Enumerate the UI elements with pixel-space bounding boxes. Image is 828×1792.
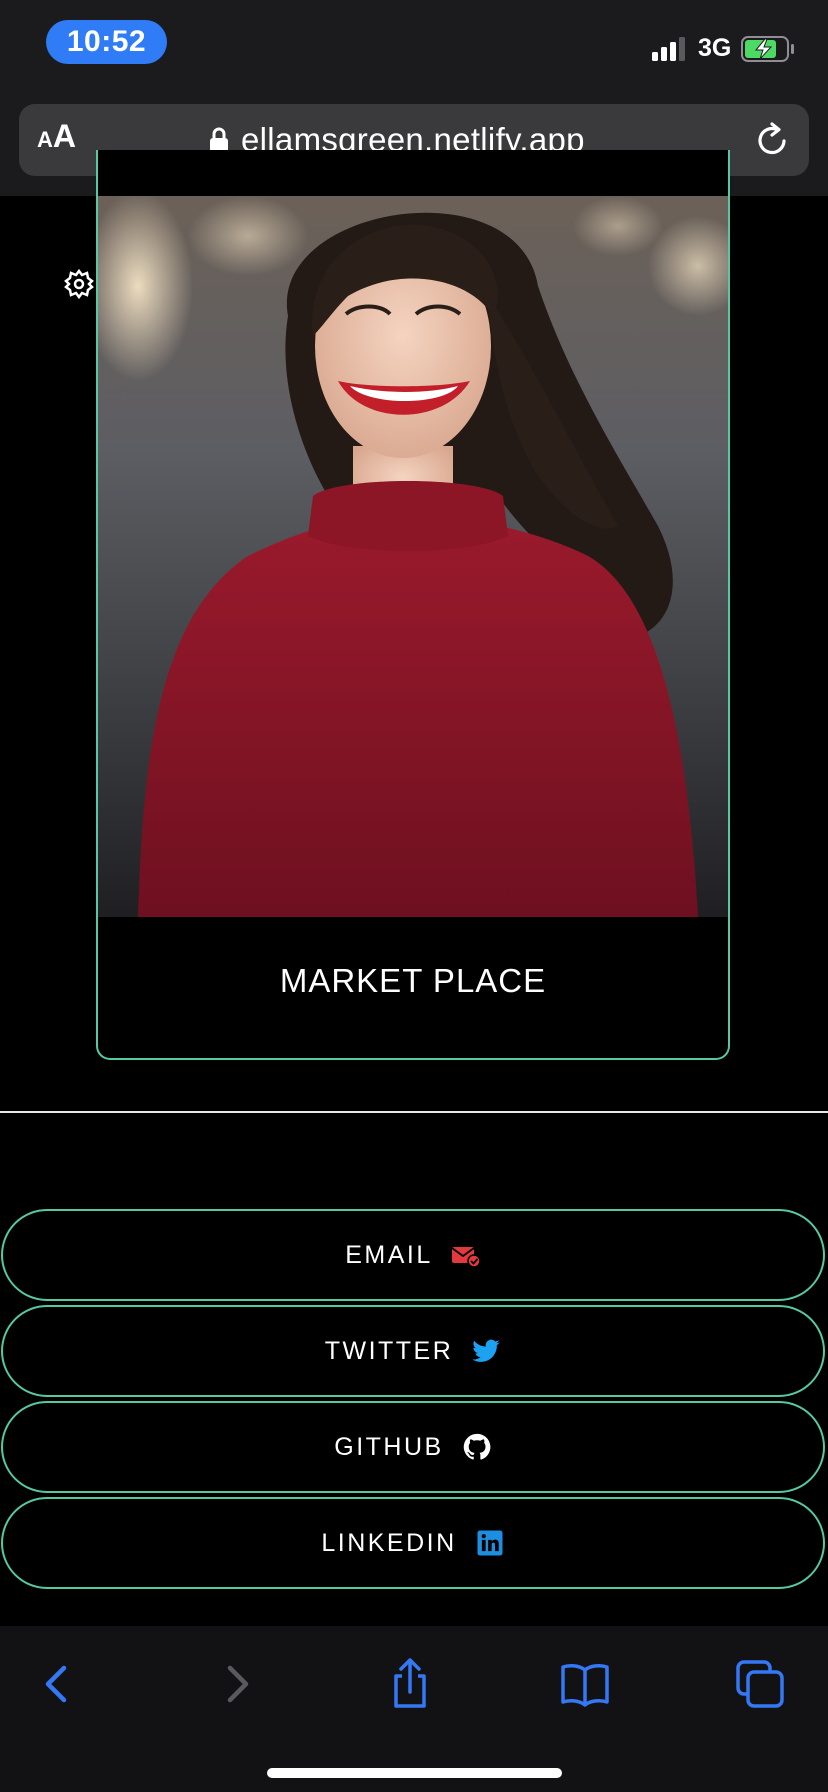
github-icon [463, 1433, 491, 1460]
email-button[interactable]: EMAIL [1, 1209, 825, 1301]
status-time: 10:52 [46, 20, 167, 64]
github-label: GITHUB [334, 1432, 444, 1461]
card-title: MARKET PLACE [279, 962, 547, 999]
linkedin-icon [477, 1530, 503, 1556]
market-place-card[interactable]: MARKET PLACE [96, 150, 730, 1060]
email-label: EMAIL [345, 1240, 433, 1269]
twitter-label: TWITTER [324, 1336, 454, 1365]
battery-charging-icon [741, 36, 794, 62]
back-icon[interactable] [30, 1656, 86, 1712]
share-icon[interactable] [382, 1656, 438, 1712]
status-bar: 10:52 3G [0, 0, 828, 96]
reload-icon[interactable] [753, 120, 793, 160]
bookmarks-icon[interactable] [557, 1656, 613, 1712]
email-check-icon [451, 1247, 481, 1268]
tabs-icon[interactable] [732, 1656, 788, 1712]
text-size-big-label: A [52, 118, 76, 154]
forward-icon[interactable] [208, 1656, 264, 1712]
twitter-icon [472, 1339, 501, 1362]
section-divider [0, 1111, 828, 1113]
linkedin-label: LINKEDIN [321, 1528, 457, 1557]
linkedin-button[interactable]: LINKEDIN [1, 1497, 825, 1589]
twitter-button[interactable]: TWITTER [1, 1305, 825, 1397]
portrait-image [98, 196, 728, 917]
network-type: 3G [698, 34, 732, 62]
browser-toolbar [0, 1626, 828, 1792]
gear-icon[interactable] [63, 268, 95, 300]
home-indicator[interactable] [267, 1768, 562, 1778]
github-button[interactable]: GITHUB [1, 1401, 825, 1493]
text-size-small-label: A [37, 127, 53, 152]
text-size-button[interactable]: A A [37, 118, 76, 162]
cellular-signal-icon [652, 37, 685, 61]
portrait-photo [98, 196, 728, 917]
